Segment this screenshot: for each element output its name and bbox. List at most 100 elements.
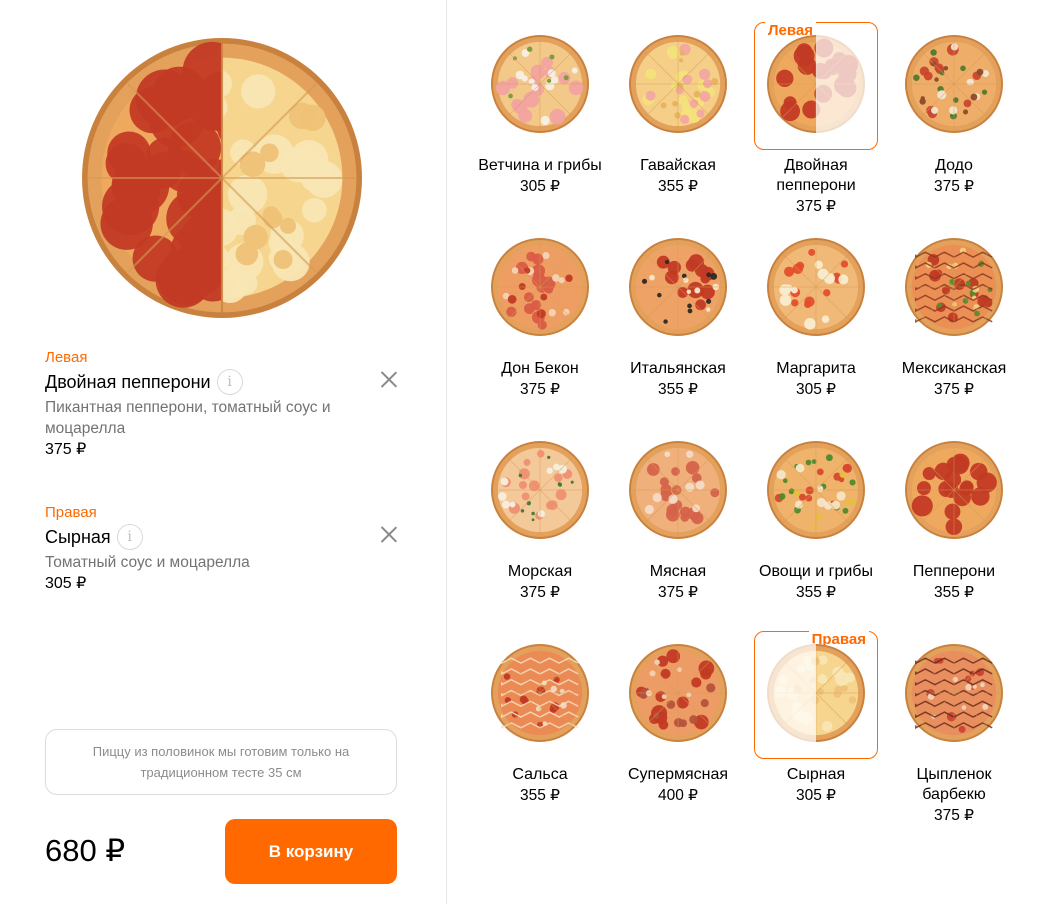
pizza-price: 375 ₽	[933, 807, 975, 824]
left-half-label: Левая	[45, 349, 88, 366]
pizza-name: Ветчина и грибы	[478, 157, 602, 174]
pizza-price: 375 ₽	[657, 584, 699, 601]
pizza-thumbnail	[767, 441, 865, 539]
pizza-image-wrap	[616, 623, 740, 751]
pizza-card[interactable]: Ветчина и грибы 305 ₽	[471, 14, 609, 197]
pizza-card[interactable]: Сальса 355 ₽	[471, 623, 609, 806]
dough-note: Пиццу из половинок мы готовим только на …	[45, 729, 397, 795]
pizza-card[interactable]: Итальянская 355 ₽	[609, 217, 747, 400]
pizza-name: Мексиканская	[901, 360, 1007, 377]
pizza-name: Пепперони	[912, 563, 996, 580]
left-half-summary: Левая Двойная пепперони i Пикантная пепп…	[45, 348, 415, 461]
pizza-card[interactable]: Дон Бекон 375 ₽	[471, 217, 609, 400]
pizza-card[interactable]: Додо 375 ₽	[885, 14, 1023, 197]
pizza-image-wrap	[892, 420, 1016, 548]
pizza-thumbnail	[491, 644, 589, 742]
pizza-name: Сальса	[512, 766, 568, 783]
right-half-summary: Правая Сырная i Томатный соус и моцарелл…	[45, 503, 415, 595]
pizza-card[interactable]: Цыпленок барбекю 375 ₽	[885, 623, 1023, 826]
pizza-image-wrap	[616, 217, 740, 345]
pizza-thumbnail	[491, 441, 589, 539]
pizza-price: 375 ₽	[519, 381, 561, 398]
pizza-card[interactable]: Правая Сырная 305 ₽	[747, 623, 885, 806]
pizza-name: Маргарита	[776, 360, 856, 377]
pizza-thumbnail	[905, 441, 1003, 539]
pizza-price: 400 ₽	[657, 787, 699, 804]
pizza-name: Дон Бекон	[501, 360, 579, 377]
right-half-price: 305 ₽	[45, 575, 87, 592]
pizza-thumbnail	[905, 644, 1003, 742]
pizza-image-wrap	[478, 14, 602, 142]
info-icon[interactable]: i	[116, 524, 143, 550]
pizza-card[interactable]: Морская 375 ₽	[471, 420, 609, 603]
pizza-price: 355 ₽	[657, 178, 699, 195]
left-half-pizza-name: Двойная пепперони	[45, 372, 211, 392]
unselected-half-overlay	[816, 34, 866, 134]
pizza-image-wrap	[478, 623, 602, 751]
pizza-name: Мясная	[649, 563, 707, 580]
pizza-price: 375 ₽	[519, 584, 561, 601]
left-half-description: Пикантная пепперони, томатный соус и моц…	[45, 399, 331, 437]
pizza-image-wrap	[892, 14, 1016, 142]
pizza-card[interactable]: Овощи и грибы 355 ₽	[747, 420, 885, 603]
pizza-image-wrap	[754, 217, 878, 345]
pizza-thumbnail	[905, 238, 1003, 336]
pizza-name: Двойная пепперони	[776, 157, 856, 194]
pizza-thumbnail	[905, 35, 1003, 133]
pizza-price: 305 ₽	[519, 178, 561, 195]
pizza-price: 305 ₽	[795, 787, 837, 804]
right-half-description: Томатный соус и моцарелла	[45, 554, 250, 571]
pizza-thumbnail	[629, 441, 727, 539]
pizza-name: Додо	[935, 157, 973, 174]
pizza-image-wrap	[616, 14, 740, 142]
panel-divider	[446, 0, 447, 904]
pizza-thumbnail	[767, 34, 866, 134]
pizza-card[interactable]: Левая Двойная пепперони 375 ₽	[747, 14, 885, 217]
pizza-thumbnail	[629, 644, 727, 742]
half-and-half-summary-panel: Левая Двойная пепперони i Пикантная пепп…	[0, 0, 446, 904]
combined-half-pizza-image	[82, 38, 362, 318]
pizza-price: 375 ₽	[933, 178, 975, 195]
unselected-half-overlay	[766, 643, 816, 743]
pizza-image-wrap	[478, 420, 602, 548]
pizza-name: Итальянская	[630, 360, 726, 377]
pizza-price: 355 ₽	[933, 584, 975, 601]
pizza-card[interactable]: Супермясная 400 ₽	[609, 623, 747, 806]
pizza-thumbnail	[491, 35, 589, 133]
remove-right-half-close-icon[interactable]	[380, 525, 398, 543]
pizza-card[interactable]: Мясная 375 ₽	[609, 420, 747, 603]
total-price: 680 ₽	[45, 833, 126, 868]
right-half-pizza-name: Сырная	[45, 527, 111, 547]
pizza-name: Гавайская	[640, 157, 716, 174]
add-to-cart-button[interactable]: В корзину	[225, 819, 397, 884]
pizza-image-wrap	[616, 420, 740, 548]
pizza-name: Сырная	[786, 766, 846, 783]
pizza-thumbnail	[767, 238, 865, 336]
right-half-label: Правая	[45, 504, 97, 521]
pizza-price: 375 ₽	[933, 381, 975, 398]
pizza-image-wrap: Левая	[754, 14, 878, 150]
pizza-selection-grid: Ветчина и грибы 305 ₽ Гавайская 355 ₽ Левая Д…	[471, 14, 1048, 904]
pizza-card[interactable]: Мексиканская 375 ₽	[885, 217, 1023, 400]
pizza-image-wrap	[892, 217, 1016, 345]
info-icon[interactable]: i	[216, 369, 243, 395]
pizza-image-wrap	[754, 420, 878, 548]
pizza-price: 375 ₽	[795, 198, 837, 215]
remove-left-half-close-icon[interactable]	[380, 370, 398, 388]
pizza-name: Супермясная	[627, 766, 729, 783]
pizza-price: 355 ₽	[657, 381, 699, 398]
pizza-image-wrap	[478, 217, 602, 345]
pizza-thumbnail	[629, 35, 727, 133]
pizza-price: 355 ₽	[795, 584, 837, 601]
pizza-card[interactable]: Маргарита 305 ₽	[747, 217, 885, 400]
pizza-name: Цыпленок барбекю	[916, 766, 992, 803]
left-half-price: 375 ₽	[45, 441, 87, 458]
pizza-card[interactable]: Гавайская 355 ₽	[609, 14, 747, 197]
pizza-card[interactable]: Пепперони 355 ₽	[885, 420, 1023, 603]
pizza-price: 355 ₽	[519, 787, 561, 804]
pizza-thumbnail	[629, 238, 727, 336]
pizza-thumbnail	[491, 238, 589, 336]
pizza-image-wrap	[892, 623, 1016, 751]
pizza-name: Овощи и грибы	[759, 563, 873, 580]
pizza-image-wrap: Правая	[754, 623, 878, 759]
